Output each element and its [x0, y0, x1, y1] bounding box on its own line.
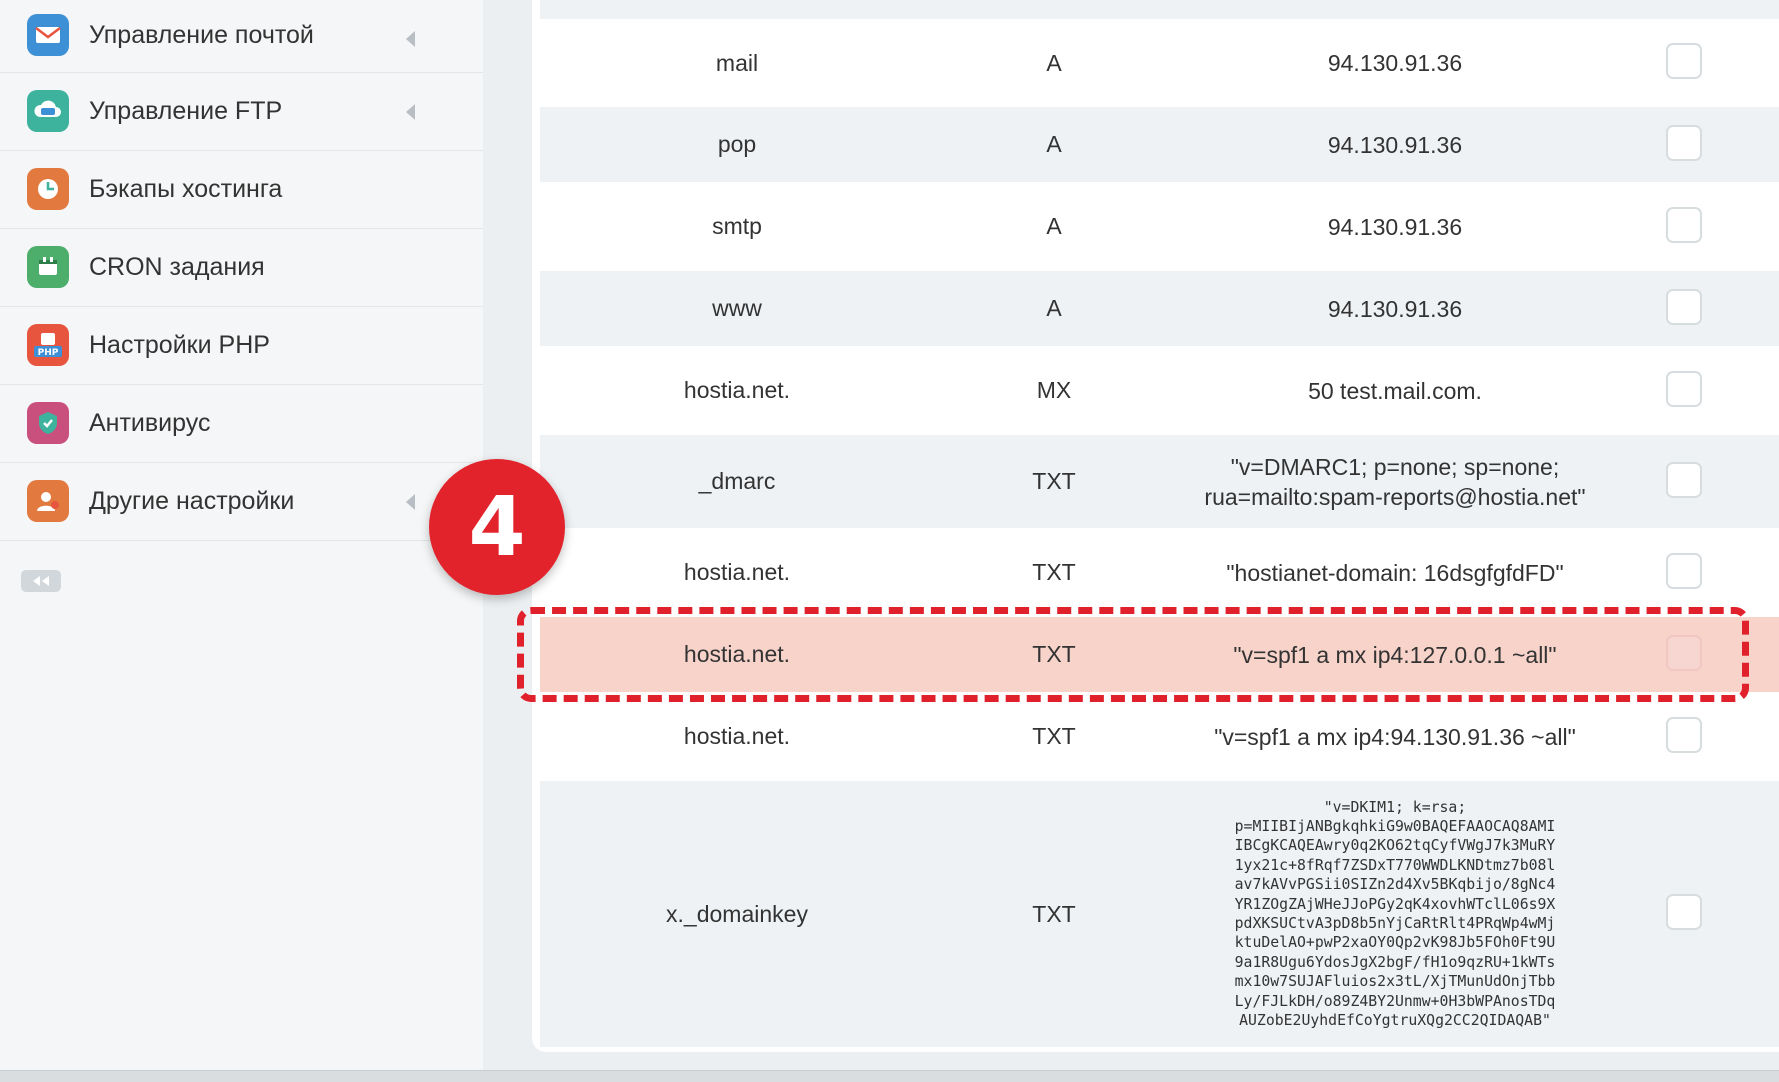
- table-row: pop A 94.130.91.36: [540, 107, 1779, 182]
- horizontal-scrollbar[interactable]: [0, 1070, 1779, 1082]
- record-type: A: [1046, 295, 1062, 321]
- record-type: TXT: [1032, 723, 1076, 749]
- row-checkbox[interactable]: [1666, 288, 1702, 325]
- table-row: x._domainkey TXT "v=DKIM1; k=rsa; p=MIIB…: [540, 781, 1779, 1047]
- sidebar-item-backups[interactable]: Бэкапы хостинга: [0, 151, 483, 229]
- chevron-left-icon: [406, 494, 415, 510]
- record-value: 94.130.91.36: [1327, 131, 1463, 158]
- row-checkbox[interactable]: [1666, 552, 1702, 589]
- table-row: smtp A 94.130.91.36: [540, 182, 1779, 271]
- record-name: mail: [715, 49, 759, 76]
- row-checkbox[interactable]: [1666, 124, 1702, 161]
- record-name: hostia.net.: [683, 559, 791, 585]
- table-row: mail A 94.130.91.36: [540, 19, 1779, 107]
- sidebar-item-label: CRON задания: [89, 253, 265, 281]
- record-value: 50 test.mail.com.: [1308, 377, 1482, 404]
- record-type: TXT: [1032, 900, 1076, 927]
- chevron-left-icon: [406, 104, 415, 120]
- record-type: A: [1046, 131, 1062, 157]
- table-row-partial: [540, 0, 1779, 19]
- record-value-dkim: "v=DKIM1; k=rsa; p=MIIBIjANBgkqhkiG9w0BA…: [1234, 798, 1556, 1030]
- record-value: "v=spf1 a mx ip4:127.0.0.1 ~all": [1233, 641, 1557, 668]
- record-name: www: [712, 295, 762, 321]
- sidebar-item-ftp[interactable]: Управление FTP: [0, 73, 483, 151]
- sidebar-item-label: Управление почтой: [89, 21, 314, 49]
- calendar-icon: [27, 246, 69, 288]
- table-row-highlighted: hostia.net. TXT "v=spf1 a mx ip4:127.0.0…: [540, 617, 1779, 692]
- record-value: 94.130.91.36: [1327, 213, 1463, 240]
- sidebar-item-label: Бэкапы хостинга: [89, 175, 283, 203]
- sidebar-item-mail[interactable]: Управление почтой: [0, 0, 483, 73]
- ftp-cloud-icon: [27, 90, 69, 132]
- sidebar: Управление почтой Управление FTP Бэкапы …: [0, 0, 483, 1070]
- table-row: hostia.net. TXT "v=spf1 a mx ip4:94.130.…: [540, 692, 1779, 781]
- table-row: www A 94.130.91.36: [540, 271, 1779, 346]
- record-name: hostia.net.: [683, 641, 791, 667]
- sidebar-item-antivirus[interactable]: Антивирус: [0, 385, 483, 463]
- row-checkbox[interactable]: [1666, 716, 1702, 753]
- record-name: hostia.net.: [683, 377, 791, 403]
- record-type: MX: [1036, 377, 1072, 403]
- double-chevron-left-icon: [33, 576, 49, 586]
- record-type: TXT: [1032, 641, 1076, 667]
- sidebar-item-label: Другие настройки: [89, 487, 295, 515]
- record-type: A: [1046, 213, 1062, 239]
- sidebar-item-label: Настройки PHP: [89, 331, 270, 359]
- record-name: hostia.net.: [683, 723, 791, 749]
- record-name: pop: [717, 131, 757, 157]
- record-type: TXT: [1032, 559, 1076, 585]
- shield-icon: [27, 402, 69, 444]
- row-checkbox[interactable]: [1666, 461, 1702, 498]
- sidebar-item-cron[interactable]: CRON задания: [0, 229, 483, 307]
- record-name: smtp: [712, 213, 762, 239]
- php-icon: PHP: [27, 324, 69, 366]
- settings-user-icon: [27, 480, 69, 522]
- row-checkbox[interactable]: [1666, 634, 1702, 671]
- sidebar-item-label: Управление FTP: [89, 97, 283, 125]
- row-checkbox[interactable]: [1666, 370, 1702, 407]
- table-row: hostia.net. MX 50 test.mail.com.: [540, 346, 1779, 435]
- chevron-left-icon: [406, 31, 415, 47]
- backup-clock-icon: [27, 168, 69, 210]
- record-value: "v=DMARC1; p=none; sp=none; rua=mailto:s…: [1204, 453, 1586, 510]
- record-name: _dmarc: [698, 468, 776, 494]
- sidebar-item-php[interactable]: PHP Настройки PHP: [0, 307, 483, 385]
- record-type: A: [1046, 49, 1062, 76]
- row-checkbox[interactable]: [1666, 43, 1702, 79]
- svg-text:PHP: PHP: [38, 348, 59, 358]
- sidebar-item-label: Антивирус: [89, 409, 211, 437]
- mail-icon: [27, 14, 69, 56]
- step-number-badge: 4: [429, 459, 565, 595]
- row-checkbox[interactable]: [1666, 206, 1702, 243]
- sidebar-item-other-settings[interactable]: Другие настройки: [0, 463, 483, 541]
- row-checkbox[interactable]: [1666, 894, 1702, 930]
- record-type: TXT: [1032, 468, 1076, 494]
- record-value: "hostianet-domain: 16dsgfgfdFD": [1226, 559, 1564, 586]
- table-row: hostia.net. TXT "hostianet-domain: 16dsg…: [540, 528, 1779, 617]
- record-name: x._domainkey: [666, 900, 808, 927]
- record-value: 94.130.91.36: [1327, 50, 1463, 76]
- record-value: "v=spf1 a mx ip4:94.130.91.36 ~all": [1214, 723, 1576, 750]
- collapse-sidebar-button[interactable]: [21, 570, 61, 592]
- table-row: _dmarc TXT "v=DMARC1; p=none; sp=none; r…: [540, 435, 1779, 528]
- record-value: 94.130.91.36: [1327, 295, 1463, 322]
